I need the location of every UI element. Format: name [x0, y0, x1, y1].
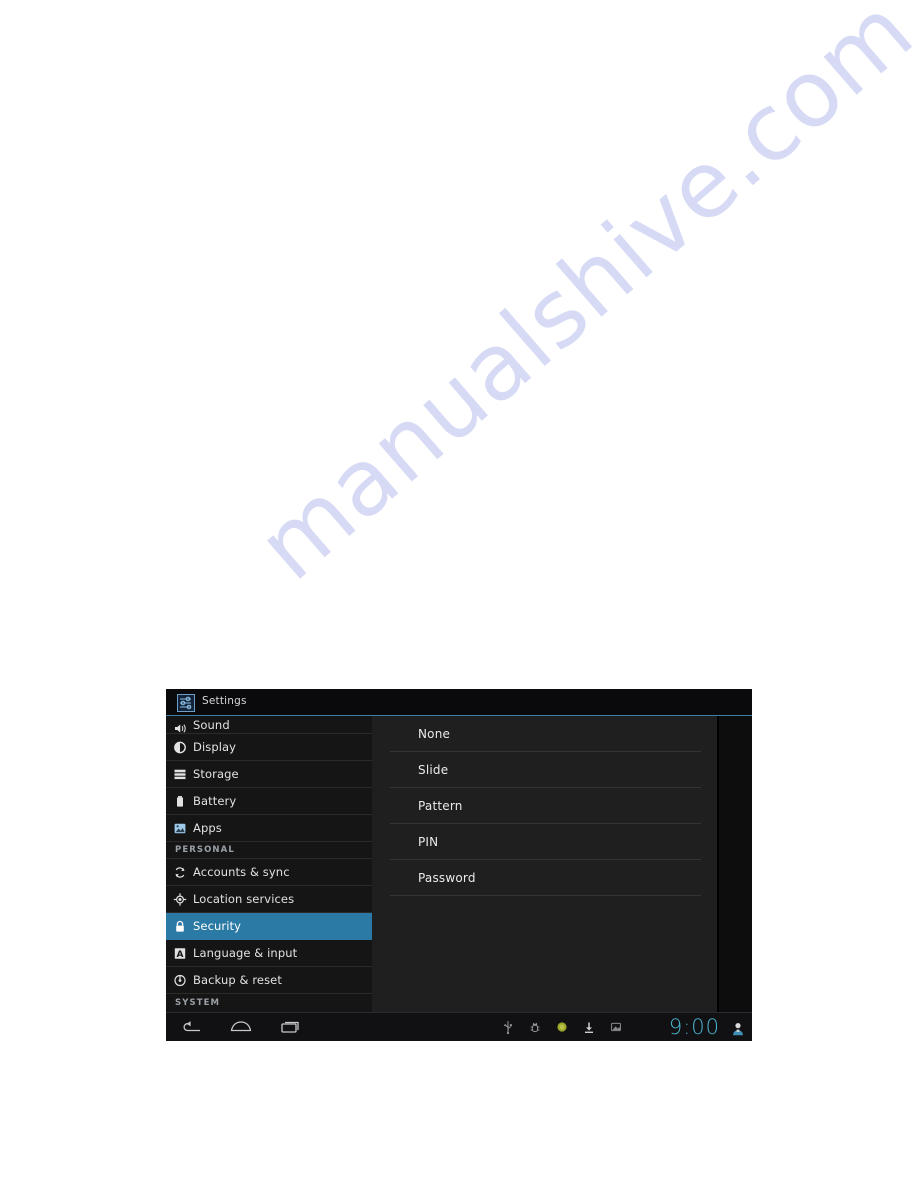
sidebar-item-location-services[interactable]: Location services: [166, 886, 372, 913]
sidebar-item-label: Backup & reset: [193, 973, 282, 987]
screenshot-icon[interactable]: [609, 1020, 622, 1034]
status-bar-icons: [501, 1013, 622, 1041]
sidebar-item-storage[interactable]: Storage: [166, 761, 372, 788]
option-label: PIN: [418, 834, 439, 849]
sidebar-item-label: Apps: [193, 821, 222, 835]
recent-apps-icon[interactable]: [278, 1016, 304, 1038]
lock-icon: [172, 919, 187, 934]
back-arrow-icon[interactable]: [178, 1016, 204, 1038]
sidebar-item-backup-reset[interactable]: Backup & reset: [166, 967, 372, 994]
sidebar-section-system: SYSTEM: [166, 994, 372, 1011]
option-slide[interactable]: Slide: [390, 752, 701, 788]
option-pattern[interactable]: Pattern: [390, 788, 701, 824]
settings-title-bar: Settings: [166, 689, 752, 716]
sidebar-item-label: Sound: [193, 718, 230, 732]
sidebar-item-battery[interactable]: Battery: [166, 788, 372, 815]
sidebar-item-label: Battery: [193, 794, 237, 808]
sidebar-item-accounts-sync[interactable]: Accounts & sync: [166, 859, 372, 886]
option-password[interactable]: Password: [390, 860, 701, 896]
option-label: Password: [418, 870, 476, 885]
options-panel-dim-overlay: [719, 716, 752, 1012]
notification-dot-icon[interactable]: [555, 1020, 568, 1034]
location-icon: [172, 892, 187, 907]
option-none[interactable]: None: [390, 716, 701, 752]
sidebar-item-label: Accounts & sync: [193, 865, 290, 879]
home-dome-icon[interactable]: [228, 1016, 254, 1038]
backup-reset-icon: [172, 973, 187, 988]
adb-debug-icon[interactable]: [528, 1020, 541, 1034]
sidebar-item-label: Storage: [193, 767, 239, 781]
sidebar-item-display[interactable]: Display: [166, 734, 372, 761]
sidebar-item-label: Security: [193, 919, 242, 933]
svg-text:A: A: [176, 949, 183, 959]
android-tablet-screenshot: Settings Sound Display Storage Battery A…: [166, 689, 752, 1041]
settings-sliders-icon: [177, 694, 195, 712]
apps-icon: [172, 821, 187, 836]
language-a-icon: A: [172, 946, 187, 961]
sidebar-item-apps[interactable]: Apps: [166, 815, 372, 842]
storage-icon: [172, 767, 187, 782]
settings-sidebar[interactable]: Sound Display Storage Battery Apps PERSO…: [166, 716, 372, 1012]
option-pin[interactable]: PIN: [390, 824, 701, 860]
sidebar-item-security[interactable]: Security: [166, 913, 372, 940]
navigation-buttons: [178, 1013, 304, 1041]
sidebar-item-language-input[interactable]: A Language & input: [166, 940, 372, 967]
sidebar-item-sound[interactable]: Sound: [166, 716, 372, 734]
android-system-bar: 9:00: [166, 1012, 752, 1041]
screen-lock-options-panel[interactable]: None Slide Pattern PIN Password: [372, 716, 719, 1012]
section-header-label: SYSTEM: [175, 997, 221, 1008]
option-label: None: [418, 726, 451, 741]
sidebar-section-personal: PERSONAL: [166, 842, 372, 859]
option-label: Pattern: [418, 798, 463, 813]
settings-title-label: Settings: [202, 695, 247, 707]
download-icon[interactable]: [582, 1020, 595, 1034]
status-bar-clock[interactable]: 9:00: [669, 1015, 720, 1039]
option-label: Slide: [418, 762, 449, 777]
sync-icon: [172, 865, 187, 880]
display-icon: [172, 740, 187, 755]
watermark-text: manualshive.com: [238, 0, 918, 601]
sidebar-item-label: Location services: [193, 892, 295, 906]
sidebar-item-label: Display: [193, 740, 237, 754]
section-header-label: PERSONAL: [175, 845, 235, 855]
battery-icon: [172, 794, 187, 809]
user-avatar-icon[interactable]: [732, 1021, 744, 1036]
sidebar-item-label: Language & input: [193, 946, 298, 960]
usb-icon[interactable]: [501, 1020, 514, 1034]
